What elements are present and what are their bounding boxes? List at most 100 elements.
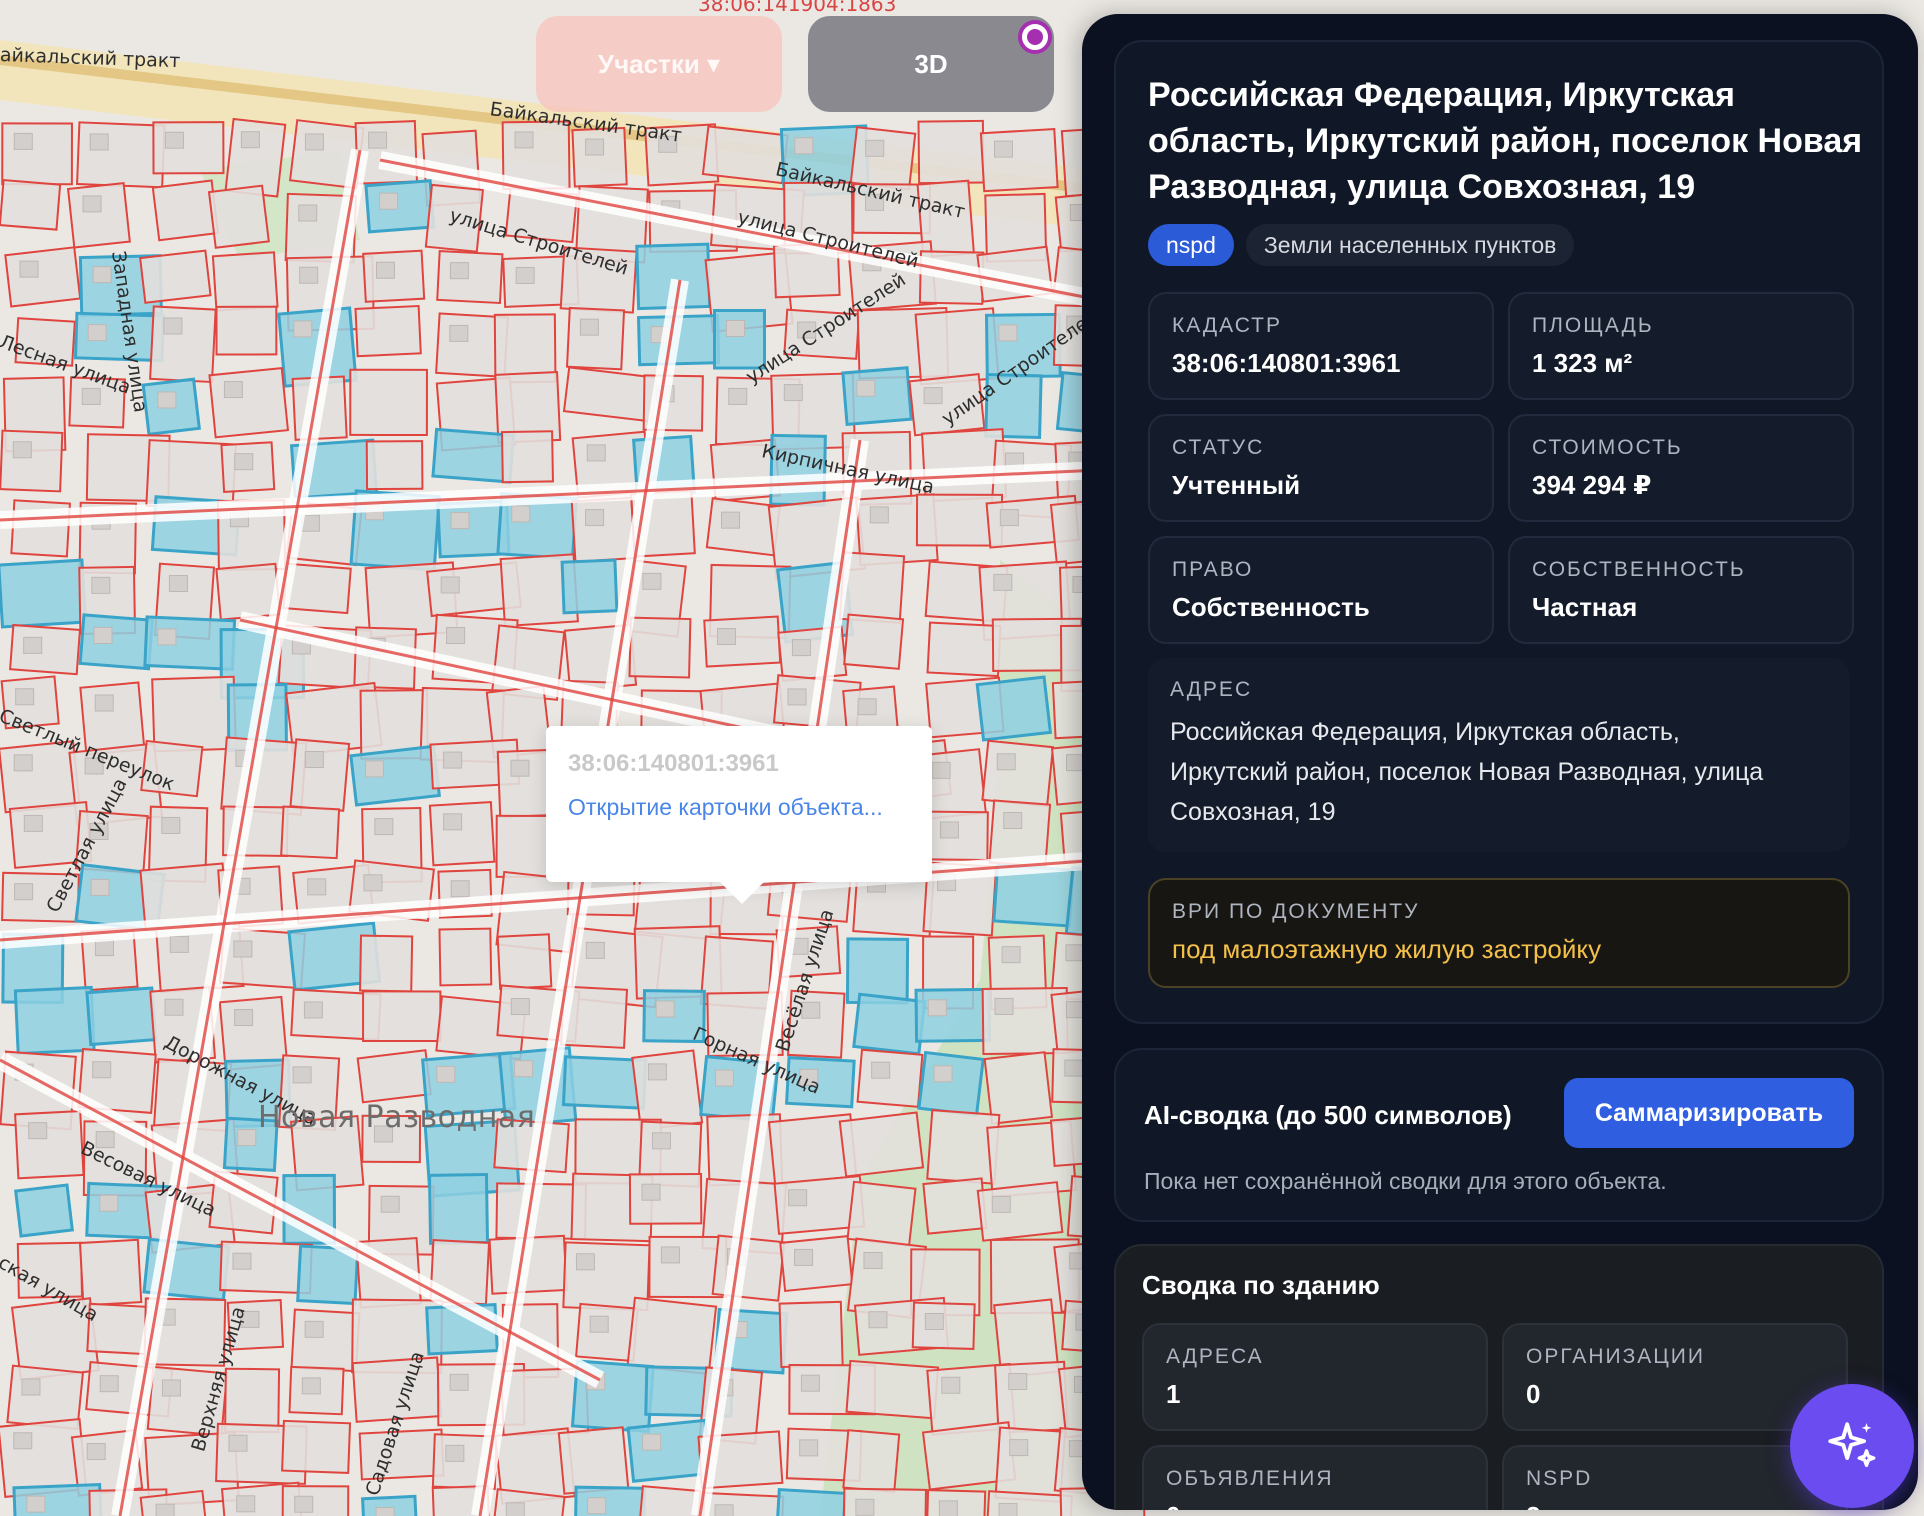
highlighted-parcel: [773, 1487, 847, 1516]
parcel: [76, 121, 166, 189]
building: [292, 1066, 312, 1084]
building: [794, 1248, 814, 1266]
field-value: Частная: [1532, 592, 1638, 622]
building: [446, 627, 466, 645]
building: [1008, 1373, 1028, 1391]
building: [931, 761, 951, 779]
parcel: [281, 1485, 350, 1516]
building: [375, 1507, 395, 1516]
ai-assistant-button[interactable]: [1790, 1384, 1914, 1508]
parcel: [289, 738, 351, 812]
parcel: [628, 1172, 703, 1225]
building: [586, 444, 606, 462]
building: [13, 132, 33, 150]
field-value: 1: [1166, 1379, 1181, 1409]
parcel: [700, 1491, 785, 1516]
vri-label: ВРИ ПО ДОКУМЕНТУ: [1172, 900, 1420, 923]
field-cadastre: КАДАСТР 38:06:140801:3961: [1148, 292, 1494, 400]
parcels-toggle-button[interactable]: Участки ▾: [536, 16, 782, 112]
building: [725, 319, 745, 337]
address-block: АДРЕС Российская Федерация, Иркутская об…: [1148, 658, 1850, 852]
building: [941, 1376, 961, 1394]
building: [379, 192, 399, 210]
3d-toggle-button[interactable]: 3D: [808, 16, 1054, 112]
building: [514, 1060, 534, 1078]
field-label: NSPD: [1526, 1467, 1593, 1490]
parcel: [354, 304, 422, 358]
building: [993, 573, 1013, 591]
parcel: [846, 1180, 917, 1247]
parcel: [565, 306, 626, 371]
field-value: 38:06:140801:3961: [1172, 348, 1401, 378]
building: [783, 384, 803, 402]
building: [13, 754, 33, 772]
parcel: [557, 1426, 630, 1495]
building: [585, 941, 605, 959]
building: [998, 324, 1018, 342]
parcel: [838, 1111, 925, 1178]
map-label-place: Новая Разводная: [258, 1100, 536, 1135]
building: [585, 509, 605, 527]
address-label: АДРЕС: [1170, 678, 1253, 701]
building: [714, 1504, 734, 1516]
highlighted-parcel: [85, 986, 158, 1047]
building: [168, 575, 188, 593]
building: [237, 1129, 257, 1147]
highlighted-parcel: [560, 558, 619, 615]
object-chips: nspd Земли населенных пунктов: [1148, 224, 1850, 266]
building: [1009, 1439, 1029, 1457]
building: [164, 998, 184, 1016]
building: [14, 883, 34, 901]
parcel: [224, 117, 287, 198]
building: [794, 137, 814, 155]
parcel: [215, 305, 278, 356]
building: [304, 133, 324, 151]
building: [445, 1444, 465, 1462]
building: [865, 139, 885, 157]
building: [375, 261, 395, 279]
parcel: [843, 613, 905, 670]
building: [443, 751, 463, 769]
building: [514, 131, 534, 149]
field-value: 2: [1526, 1501, 1824, 1510]
building: [293, 320, 313, 338]
building: [999, 509, 1019, 527]
object-card: Российская Федерация, Иркутская область,…: [1114, 40, 1884, 1024]
popup-open-card-link[interactable]: Открытие карточки объекта...: [568, 794, 910, 821]
location-pin-icon[interactable]: [1018, 20, 1052, 54]
building: [642, 572, 662, 590]
parcel: [149, 305, 217, 384]
parcel: [66, 182, 131, 249]
building: [511, 505, 531, 523]
building: [856, 379, 876, 397]
field-label: ОРГАНИЗАЦИИ: [1526, 1345, 1705, 1368]
building: [927, 999, 947, 1017]
field-status: СТАТУС Учтенный: [1148, 414, 1494, 522]
field-value: Учтенный: [1172, 470, 1301, 500]
parcel: [500, 430, 554, 484]
vri-value: под малоэтажную жилую застройку: [1172, 934, 1602, 964]
building: [163, 317, 183, 335]
field-label: СТОИМОСТЬ: [1532, 436, 1683, 459]
highlighted-parcel: [841, 366, 913, 426]
field-cost: СТОИМОСТЬ 394 294 ₽: [1508, 414, 1854, 522]
parcel: [9, 623, 82, 676]
building: [13, 1432, 33, 1450]
building: [800, 1374, 820, 1392]
building: [234, 453, 254, 471]
parcel: [139, 249, 212, 304]
field-label: ПЛОЩАДЬ: [1532, 314, 1654, 337]
parcel: [1, 122, 73, 186]
building: [939, 821, 959, 839]
building: [855, 1498, 875, 1516]
building: [90, 878, 110, 896]
building: [579, 318, 599, 336]
summarize-button[interactable]: Саммаризировать: [1564, 1078, 1854, 1148]
parcel: [428, 801, 496, 867]
building: [169, 935, 189, 953]
ai-summary-title: AI-сводка (до 500 символов): [1144, 1100, 1512, 1130]
parcel: [976, 1181, 1064, 1242]
parcel: [637, 1485, 702, 1516]
building: [374, 818, 394, 836]
map-popup[interactable]: 38:06:140801:3961 Открытие карточки объе…: [546, 726, 932, 904]
